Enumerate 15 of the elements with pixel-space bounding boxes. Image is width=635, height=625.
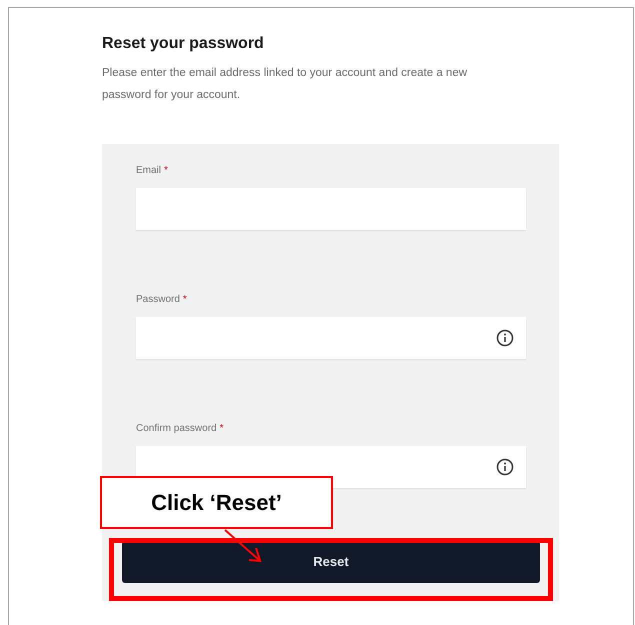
info-icon[interactable] [496,458,514,476]
info-icon[interactable] [496,329,514,347]
arrow-icon [223,529,263,563]
callout-tooltip: Click ‘Reset’ [100,476,333,529]
field-label: Email [136,164,162,178]
page-title: Reset your password [102,34,265,54]
input-field[interactable] [136,188,526,230]
field-label: Password [136,293,180,307]
password-field[interactable] [136,317,526,359]
required-mark: * [164,164,168,178]
required-mark: * [182,293,187,307]
field-label: Confirm password [136,422,217,436]
description: Please enter the email address linked to your account and create a new password for your account. [102,66,468,103]
required-mark: * [220,422,224,436]
reset-button[interactable]: Reset [122,541,540,583]
